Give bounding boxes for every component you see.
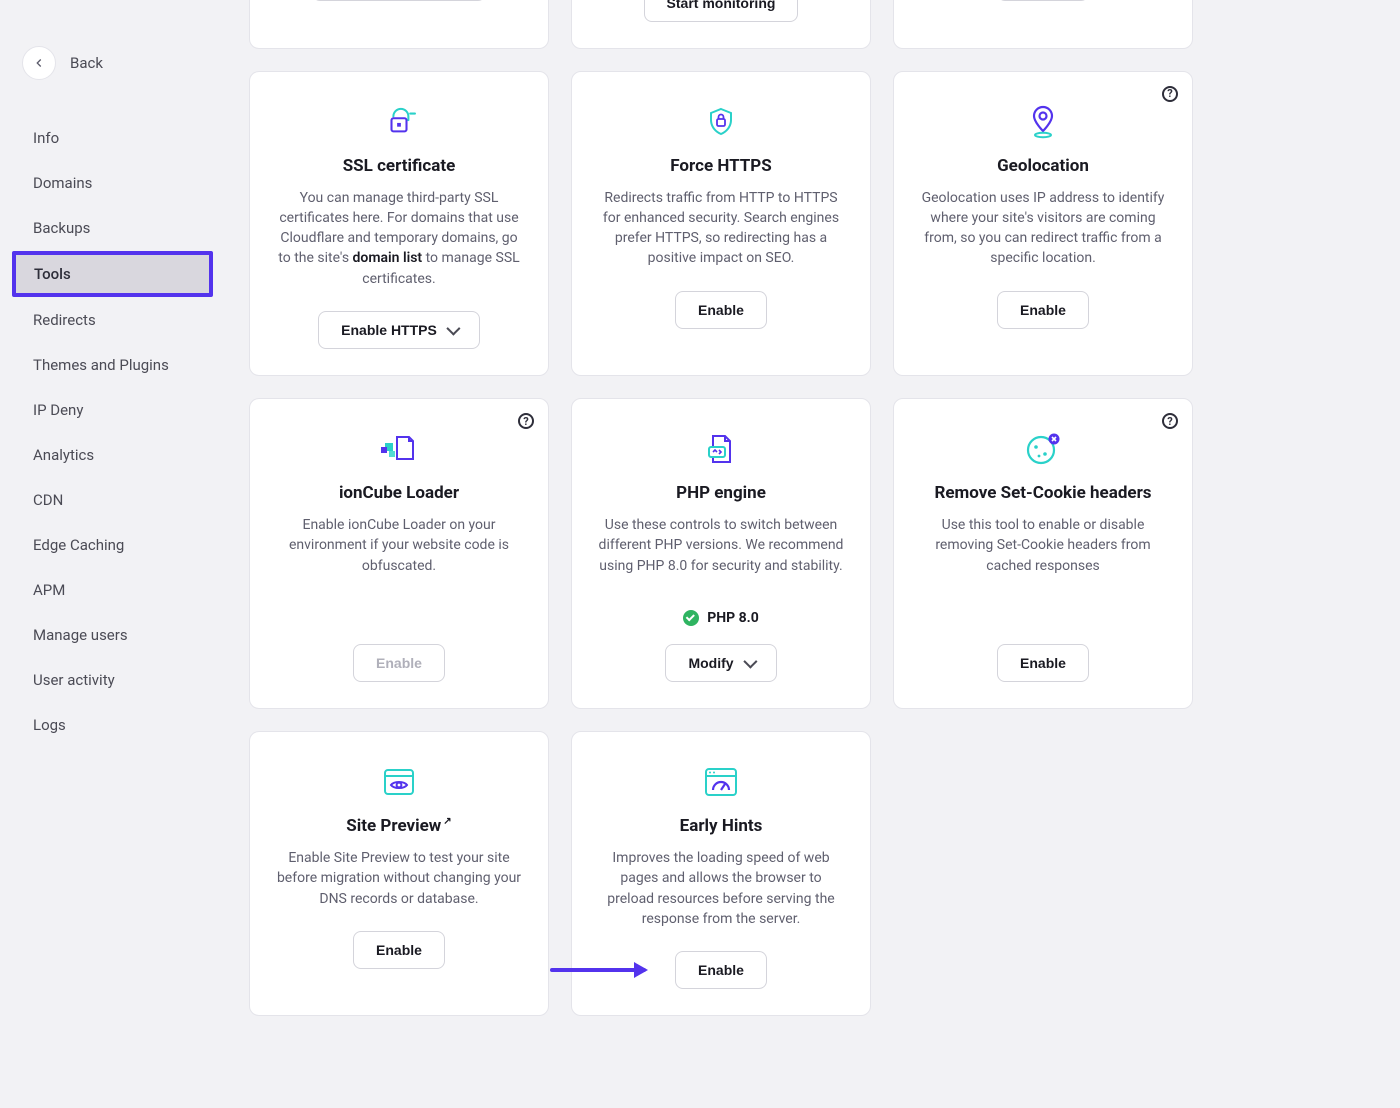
remove-cookie-enable-button[interactable]: Enable — [997, 644, 1089, 682]
enable-button[interactable]: Enable — [997, 0, 1089, 1]
card-title: Force HTTPS — [670, 156, 771, 176]
card-ioncube: ? ionCube Loader Enable ionCube Loader o… — [249, 398, 549, 709]
card-desc: Redirects traffic from HTTP to HTTPS for… — [596, 188, 846, 269]
site-preview-enable-button[interactable]: Enable — [353, 931, 445, 969]
card-desc: Use this tool to enable or disable remov… — [918, 515, 1168, 576]
start-monitoring-button[interactable]: Start monitoring — [644, 0, 799, 22]
annotation-arrow-icon — [550, 968, 646, 972]
sidebar-item-tools[interactable]: Tools — [12, 251, 213, 297]
search-replace-button[interactable]: Search and replace — [312, 0, 486, 1]
enable-https-button[interactable]: Enable HTTPS — [318, 311, 480, 349]
card-geolocation: ? Geolocation Geolocation uses IP addres… — [893, 71, 1193, 376]
sidebar-item-themes-plugins[interactable]: Themes and Plugins — [12, 343, 213, 387]
back-button[interactable]: Back — [12, 40, 213, 86]
map-pin-icon — [1023, 102, 1063, 142]
card-desc: You can manage third-party SSL certifica… — [274, 188, 524, 289]
geolocation-enable-button[interactable]: Enable — [997, 291, 1089, 329]
chevron-down-icon — [446, 322, 460, 336]
sidebar-item-user-activity[interactable]: User activity — [12, 658, 213, 702]
sidebar-item-info[interactable]: Info — [12, 116, 213, 160]
code-file-icon — [701, 429, 741, 469]
card-top-right: Enable — [893, 0, 1193, 49]
card-ssl-certificate: SSL certificate You can manage third-par… — [249, 71, 549, 376]
card-desc: Enable Site Preview to test your site be… — [274, 848, 524, 909]
card-force-https: Force HTTPS Redirects traffic from HTTP … — [571, 71, 871, 376]
php-modify-button[interactable]: Modify — [665, 644, 776, 682]
shield-lock-icon — [701, 102, 741, 142]
domain-list-link[interactable]: domain list — [353, 250, 423, 266]
card-search-replace: pain. Search and replace — [249, 0, 549, 49]
arrow-left-icon — [22, 46, 56, 80]
help-icon[interactable]: ? — [1162, 413, 1178, 429]
force-https-enable-button[interactable]: Enable — [675, 291, 767, 329]
card-desc: Improves the loading speed of web pages … — [596, 848, 846, 929]
sidebar-item-logs[interactable]: Logs — [12, 703, 213, 747]
ioncube-enable-button[interactable]: Enable — [353, 644, 445, 682]
card-title: ionCube Loader — [339, 483, 459, 503]
card-php-engine: PHP engine Use these controls to switch … — [571, 398, 871, 709]
card-site-preview: Site Preview↗ Enable Site Preview to tes… — [249, 731, 549, 1016]
sidebar-item-apm[interactable]: APM — [12, 568, 213, 612]
gauge-browser-icon — [701, 762, 741, 802]
card-title: Site Preview↗ — [346, 816, 451, 836]
back-label: Back — [70, 54, 103, 72]
card-early-hints: Early Hints Improves the loading speed o… — [571, 731, 871, 1016]
sidebar-item-analytics[interactable]: Analytics — [12, 433, 213, 477]
chevron-down-icon — [743, 654, 757, 668]
sidebar-item-cdn[interactable]: CDN — [12, 478, 213, 522]
card-title: PHP engine — [676, 483, 766, 503]
cookie-remove-icon — [1023, 429, 1063, 469]
early-hints-enable-button[interactable]: Enable — [675, 951, 767, 989]
sidebar-item-backups[interactable]: Backups — [12, 206, 213, 250]
card-monitoring: your website. Use with care as it impact… — [571, 0, 871, 49]
sidebar-item-domains[interactable]: Domains — [12, 161, 213, 205]
card-title: SSL certificate — [343, 156, 456, 176]
eye-browser-icon — [379, 762, 419, 802]
card-desc: Enable ionCube Loader on your environmen… — [274, 515, 524, 576]
sidebar-nav: Info Domains Backups Tools Redirects The… — [12, 116, 213, 747]
php-status: PHP 8.0 — [683, 610, 759, 626]
cube-file-icon — [379, 429, 419, 469]
check-circle-icon — [683, 610, 699, 626]
card-desc: Use these controls to switch between dif… — [596, 515, 846, 576]
external-indicator-icon: ↗ — [443, 816, 451, 827]
php-version-label: PHP 8.0 — [707, 610, 759, 626]
sidebar-item-manage-users[interactable]: Manage users — [12, 613, 213, 657]
card-title: Geolocation — [997, 156, 1089, 176]
card-remove-set-cookie: ? Remove Set-Cookie headers Use this too… — [893, 398, 1193, 709]
card-desc: Geolocation uses IP address to identify … — [918, 188, 1168, 269]
help-icon[interactable]: ? — [518, 413, 534, 429]
main-content: pain. Search and replace your website. U… — [225, 0, 1400, 1108]
sidebar: Back Info Domains Backups Tools Redirect… — [0, 0, 225, 1108]
sidebar-item-ip-deny[interactable]: IP Deny — [12, 388, 213, 432]
card-title: Early Hints — [680, 816, 763, 836]
sidebar-item-redirects[interactable]: Redirects — [12, 298, 213, 342]
sidebar-item-edge-caching[interactable]: Edge Caching — [12, 523, 213, 567]
help-icon[interactable]: ? — [1162, 86, 1178, 102]
card-title: Remove Set-Cookie headers — [934, 483, 1151, 503]
lock-icon — [379, 102, 419, 142]
